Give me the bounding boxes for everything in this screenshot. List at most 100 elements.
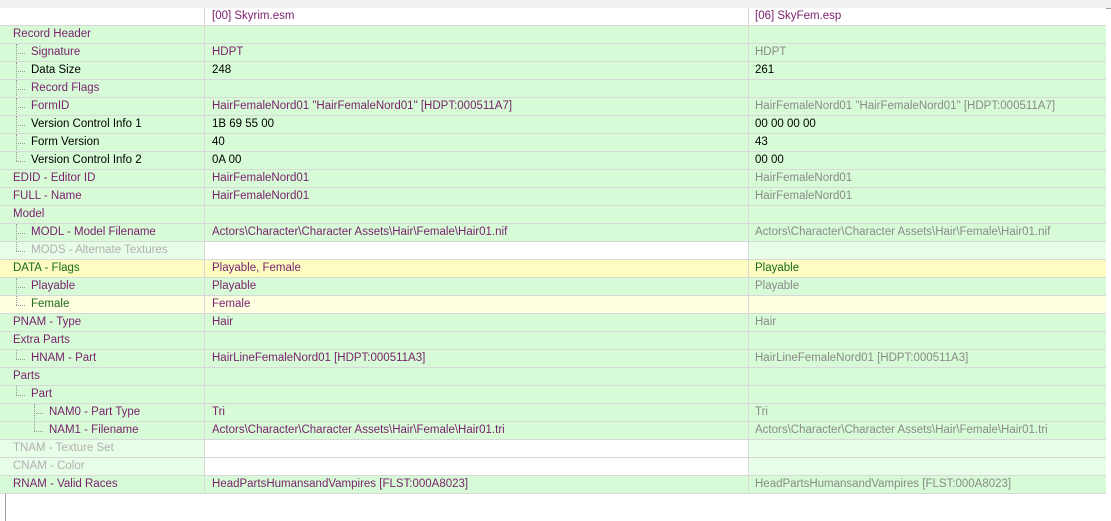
- row-name-cell[interactable]: TNAM - Texture Set: [0, 440, 205, 457]
- column-header-skyfem-esp[interactable]: [06] SkyFem.esp: [749, 8, 1106, 25]
- skyfem-esp-value-cell[interactable]: HairFemaleNord01: [749, 170, 1106, 187]
- table-row[interactable]: CNAM - Color: [0, 458, 1106, 476]
- row-name-cell[interactable]: Extra Parts: [0, 332, 205, 349]
- row-name-cell[interactable]: NAM1 - Filename: [0, 422, 205, 439]
- skyfem-esp-value-cell[interactable]: [749, 296, 1106, 313]
- row-name-cell[interactable]: Form Version: [0, 134, 205, 151]
- row-name-cell[interactable]: HNAM - Part: [0, 350, 205, 367]
- row-name-cell[interactable]: Model: [0, 206, 205, 223]
- table-row[interactable]: NAM1 - Filename Actors\Character\Characte…: [0, 422, 1106, 440]
- skyfem-esp-value-cell[interactable]: HairFemaleNord01: [749, 188, 1106, 205]
- skyrim-esm-value-cell[interactable]: 1B 69 55 00: [205, 116, 749, 133]
- row-name-cell[interactable]: MODL - Model Filename: [0, 224, 205, 241]
- table-row[interactable]: FormID HairFemaleNord01 "HairFemaleNord01…: [0, 98, 1106, 116]
- table-row[interactable]: Version Control Info 1 1B 69 55 00 00 00 0…: [0, 116, 1106, 134]
- row-name-cell[interactable]: EDID - Editor ID: [0, 170, 205, 187]
- skyrim-esm-value-cell[interactable]: [205, 368, 749, 385]
- table-row[interactable]: TNAM - Texture Set: [0, 440, 1106, 458]
- skyrim-esm-value-cell[interactable]: Tri: [205, 404, 749, 421]
- row-name-cell[interactable]: Female: [0, 296, 205, 313]
- skyfem-esp-value-cell[interactable]: HDPT: [749, 44, 1106, 61]
- skyrim-esm-value-cell[interactable]: 0A 00: [205, 152, 749, 169]
- skyfem-esp-value-cell[interactable]: 00 00: [749, 152, 1106, 169]
- table-row[interactable]: Playable Playable Playable: [0, 278, 1106, 296]
- skyrim-esm-value-cell[interactable]: Female: [205, 296, 749, 313]
- table-row[interactable]: Form Version 40 43: [0, 134, 1106, 152]
- table-row[interactable]: Parts: [0, 368, 1106, 386]
- skyrim-esm-value-cell[interactable]: [205, 386, 749, 403]
- table-row[interactable]: Signature HDPT HDPT: [0, 44, 1106, 62]
- table-row[interactable]: RNAM - Valid Races HeadPartsHumansandVamp…: [0, 476, 1106, 494]
- row-name-cell[interactable]: Record Flags: [0, 80, 205, 97]
- table-row[interactable]: Version Control Info 2 0A 00 00 00: [0, 152, 1106, 170]
- skyrim-esm-value-cell[interactable]: Hair: [205, 314, 749, 331]
- row-name-cell[interactable]: DATA - Flags: [0, 260, 205, 277]
- skyfem-esp-value-cell[interactable]: [749, 80, 1106, 97]
- row-name-cell[interactable]: FULL - Name: [0, 188, 205, 205]
- skyrim-esm-value-cell[interactable]: HairFemaleNord01 "HairFemaleNord01" [HDP…: [205, 98, 749, 115]
- skyfem-esp-value-cell[interactable]: Hair: [749, 314, 1106, 331]
- skyrim-esm-value-cell[interactable]: [205, 242, 749, 259]
- skyrim-esm-value-cell[interactable]: [205, 26, 749, 43]
- row-name-cell[interactable]: Data Size: [0, 62, 205, 79]
- skyrim-esm-value-cell[interactable]: 248: [205, 62, 749, 79]
- skyfem-esp-value-cell[interactable]: 00 00 00 00: [749, 116, 1106, 133]
- skyfem-esp-value-cell[interactable]: [749, 440, 1106, 457]
- skyfem-esp-value-cell[interactable]: Playable: [749, 278, 1106, 295]
- row-name-cell[interactable]: Version Control Info 2: [0, 152, 205, 169]
- row-name-cell[interactable]: Signature: [0, 44, 205, 61]
- row-name-cell[interactable]: Version Control Info 1: [0, 116, 205, 133]
- table-row[interactable]: NAM0 - Part Type Tri Tri: [0, 404, 1106, 422]
- skyfem-esp-value-cell[interactable]: HeadPartsHumansandVampires [FLST:000A802…: [749, 476, 1106, 493]
- skyfem-esp-value-cell[interactable]: [749, 458, 1106, 475]
- skyrim-esm-value-cell[interactable]: Playable, Female: [205, 260, 749, 277]
- table-row[interactable]: Data Size 248 261: [0, 62, 1106, 80]
- table-row[interactable]: MODL - Model Filename Actors\Character\Ch…: [0, 224, 1106, 242]
- skyfem-esp-value-cell[interactable]: [749, 242, 1106, 259]
- skyfem-esp-value-cell[interactable]: Actors\Character\Character Assets\Hair\F…: [749, 224, 1106, 241]
- row-name-cell[interactable]: Record Header: [0, 26, 205, 43]
- skyfem-esp-value-cell[interactable]: 261: [749, 62, 1106, 79]
- table-row[interactable]: Extra Parts: [0, 332, 1106, 350]
- column-header-skyrim-esm[interactable]: [00] Skyrim.esm: [205, 8, 749, 25]
- skyfem-esp-value-cell[interactable]: Tri: [749, 404, 1106, 421]
- skyfem-esp-value-cell[interactable]: 43: [749, 134, 1106, 151]
- skyfem-esp-value-cell[interactable]: HairFemaleNord01 "HairFemaleNord01" [HDP…: [749, 98, 1106, 115]
- table-row[interactable]: Model: [0, 206, 1106, 224]
- skyrim-esm-value-cell[interactable]: HairFemaleNord01: [205, 170, 749, 187]
- skyfem-esp-value-cell[interactable]: [749, 332, 1106, 349]
- skyrim-esm-value-cell[interactable]: 40: [205, 134, 749, 151]
- column-header-name[interactable]: [0, 8, 205, 25]
- row-name-cell[interactable]: Part: [0, 386, 205, 403]
- skyrim-esm-value-cell[interactable]: HDPT: [205, 44, 749, 61]
- skyfem-esp-value-cell[interactable]: [749, 26, 1106, 43]
- skyfem-esp-value-cell[interactable]: [749, 206, 1106, 223]
- skyfem-esp-value-cell[interactable]: HairLineFemaleNord01 [HDPT:000511A3]: [749, 350, 1106, 367]
- skyrim-esm-value-cell[interactable]: [205, 458, 749, 475]
- skyrim-esm-value-cell[interactable]: HeadPartsHumansandVampires [FLST:000A802…: [205, 476, 749, 493]
- table-row[interactable]: HNAM - Part HairLineFemaleNord01 [HDPT:00…: [0, 350, 1106, 368]
- row-name-cell[interactable]: CNAM - Color: [0, 458, 205, 475]
- table-row[interactable]: MODS - Alternate Textures: [0, 242, 1106, 260]
- skyfem-esp-value-cell[interactable]: Actors\Character\Character Assets\Hair\F…: [749, 422, 1106, 439]
- row-name-cell[interactable]: MODS - Alternate Textures: [0, 242, 205, 259]
- skyrim-esm-value-cell[interactable]: HairFemaleNord01: [205, 188, 749, 205]
- skyfem-esp-value-cell[interactable]: [749, 368, 1106, 385]
- table-row[interactable]: Part: [0, 386, 1106, 404]
- skyrim-esm-value-cell[interactable]: [205, 440, 749, 457]
- row-name-cell[interactable]: FormID: [0, 98, 205, 115]
- skyfem-esp-value-cell[interactable]: Playable: [749, 260, 1106, 277]
- row-name-cell[interactable]: Playable: [0, 278, 205, 295]
- row-name-cell[interactable]: RNAM - Valid Races: [0, 476, 205, 493]
- skyrim-esm-value-cell[interactable]: Actors\Character\Character Assets\Hair\F…: [205, 224, 749, 241]
- table-row[interactable]: Female Female: [0, 296, 1106, 314]
- row-name-cell[interactable]: NAM0 - Part Type: [0, 404, 205, 421]
- row-name-cell[interactable]: Parts: [0, 368, 205, 385]
- skyrim-esm-value-cell[interactable]: [205, 80, 749, 97]
- row-name-cell[interactable]: PNAM - Type: [0, 314, 205, 331]
- table-row[interactable]: FULL - Name HairFemaleNord01 HairFemaleNor…: [0, 188, 1106, 206]
- table-row[interactable]: Record Flags: [0, 80, 1106, 98]
- skyrim-esm-value-cell[interactable]: Actors\Character\Character Assets\Hair\F…: [205, 422, 749, 439]
- skyrim-esm-value-cell[interactable]: [205, 206, 749, 223]
- table-row[interactable]: EDID - Editor ID HairFemaleNord01 HairFema…: [0, 170, 1106, 188]
